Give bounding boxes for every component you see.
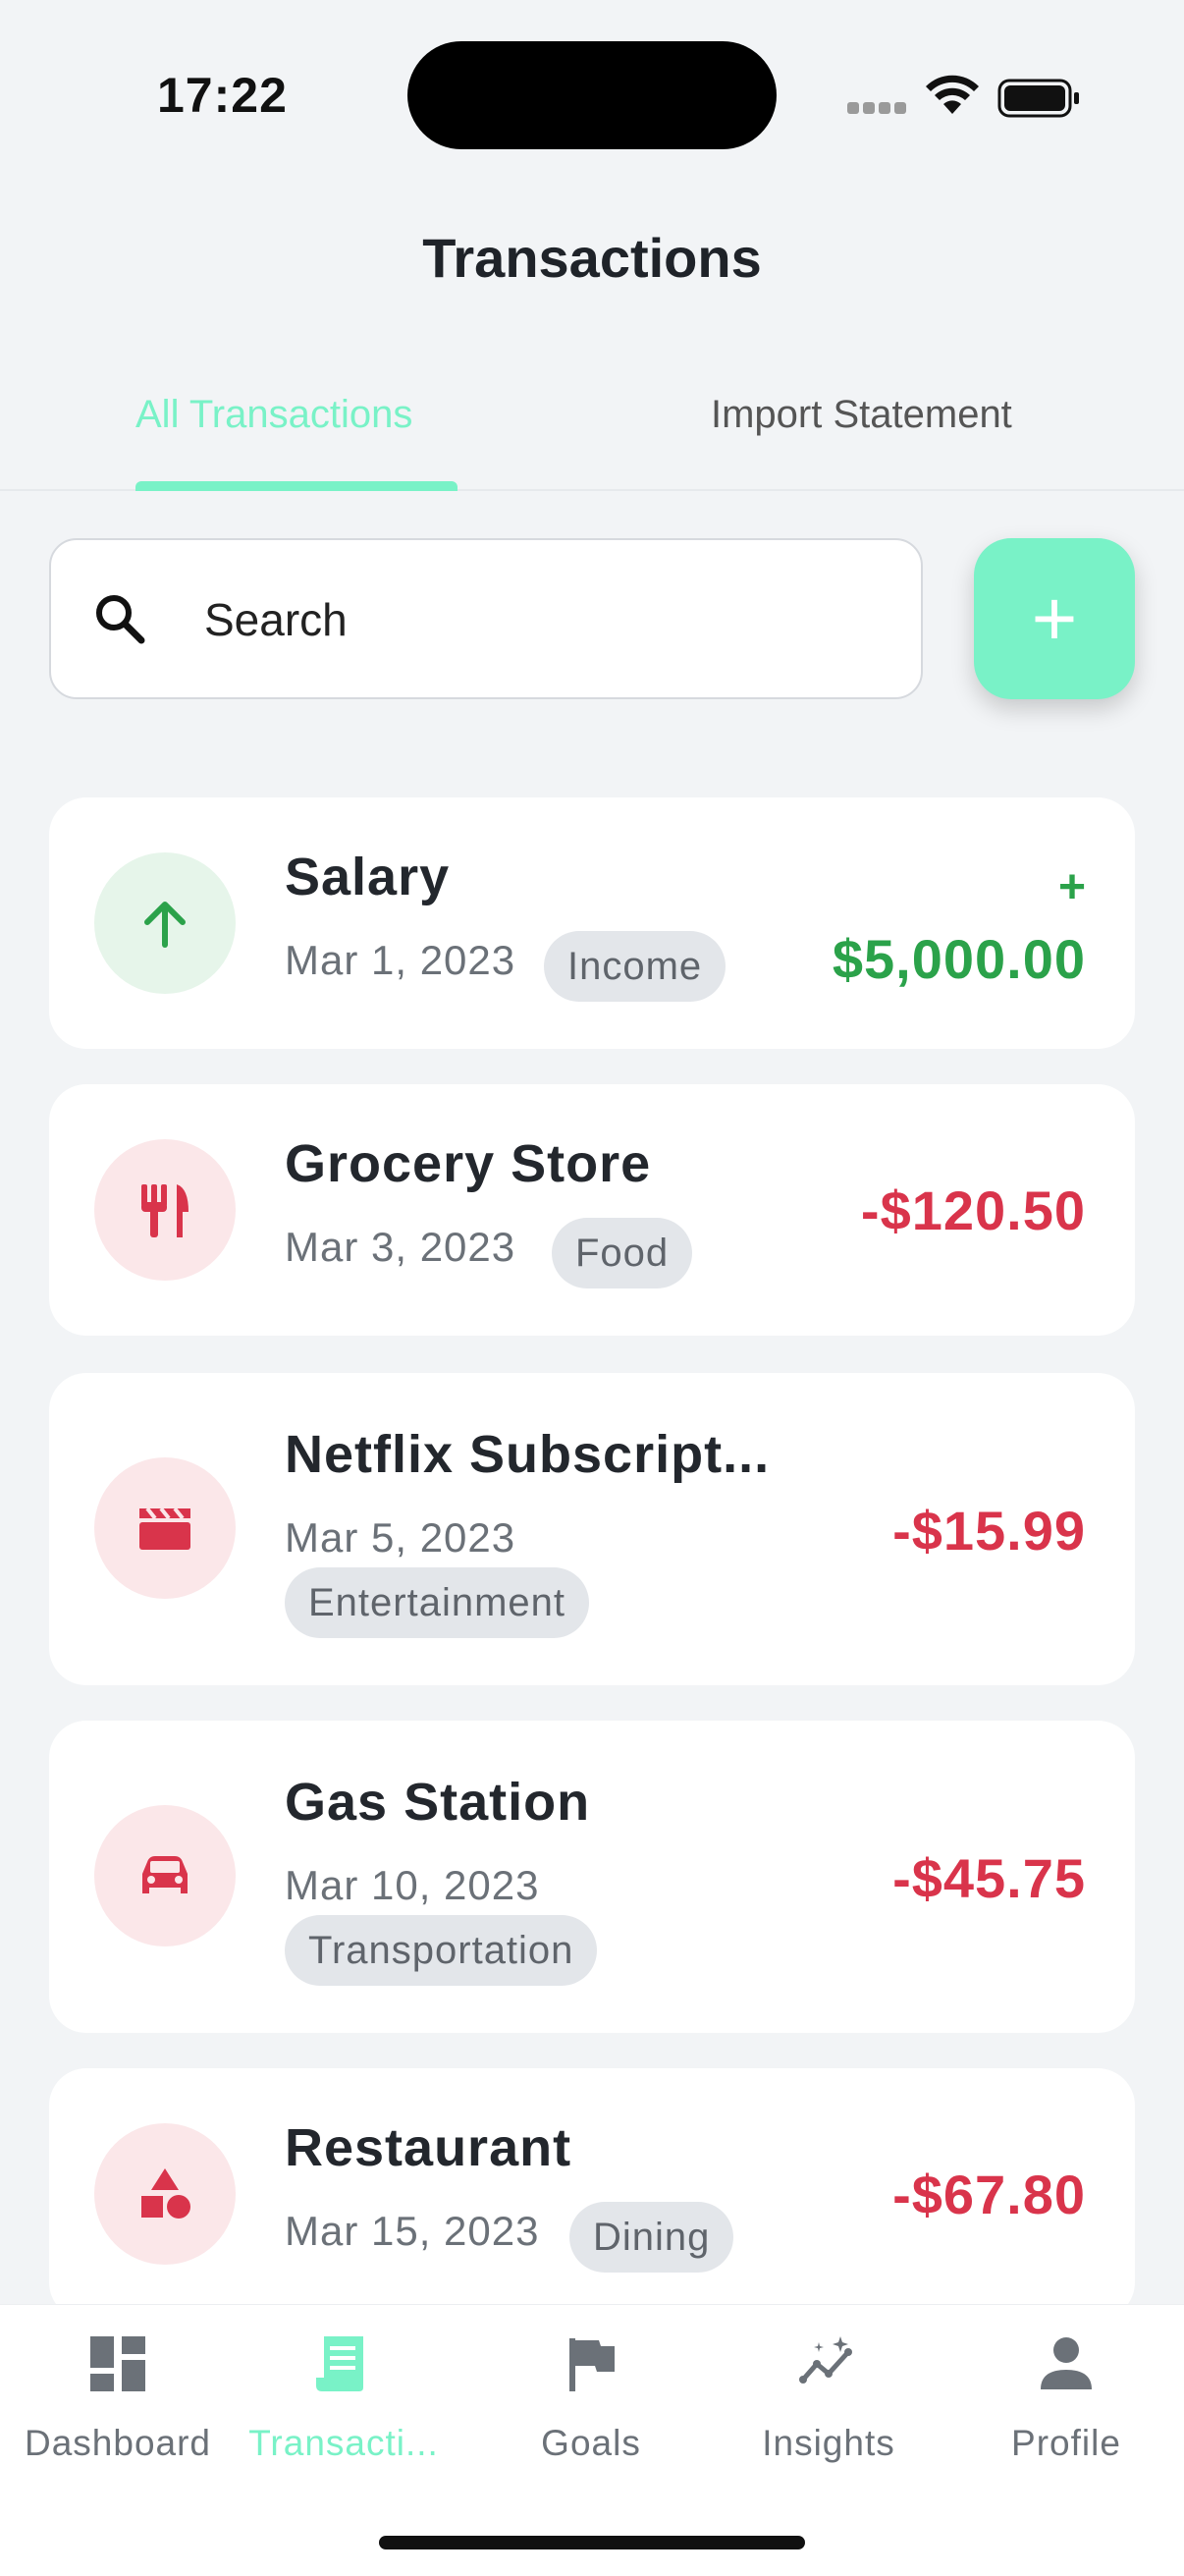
- person-icon: [1041, 2337, 1092, 2389]
- transaction-amount: -$45.75: [892, 1847, 1086, 1909]
- nav-item-dashboard[interactable]: Dashboard: [10, 2332, 226, 2464]
- search-box[interactable]: [49, 538, 923, 699]
- fork-knife-icon: [141, 1184, 188, 1237]
- search-input[interactable]: [202, 579, 893, 660]
- transaction-date: Mar 1, 2023: [285, 937, 516, 983]
- income-sign: +: [1057, 861, 1086, 913]
- category-chip: Transportation: [285, 1915, 598, 1986]
- nav-label: Dashboard: [24, 2423, 211, 2463]
- nav-label: Insights: [762, 2423, 895, 2463]
- nav-label: Profile: [1011, 2423, 1121, 2463]
- transaction-card[interactable]: Grocery Store Mar 3, 2023 Food -$120.50: [49, 1084, 1135, 1336]
- nav-item-profile[interactable]: Profile: [958, 2332, 1174, 2464]
- car-icon: [142, 1856, 188, 1893]
- transaction-date: Mar 15, 2023: [285, 2208, 540, 2254]
- page-title: Transactions: [422, 227, 762, 289]
- transaction-amount: $5,000.00: [832, 928, 1086, 990]
- category-badge-transportation: [94, 1805, 236, 1946]
- tab-all-transactions[interactable]: All Transactions: [135, 393, 412, 437]
- transaction-date: Mar 5, 2023: [285, 1514, 516, 1561]
- wifi-icon: [926, 75, 979, 114]
- category-chip: Food: [552, 1218, 693, 1288]
- transaction-card[interactable]: Salary Mar 1, 2023 Income + $5,000.00: [49, 797, 1135, 1049]
- nav-item-transactions[interactable]: Transacti...: [236, 2332, 452, 2464]
- category-chip: Entertainment: [285, 1567, 590, 1638]
- receipt-icon: [316, 2336, 363, 2391]
- tab-bar: All Transactions Import Statement: [0, 363, 1184, 491]
- transaction-card[interactable]: Gas Station Mar 10, 2023 Transportation …: [49, 1721, 1135, 2033]
- transaction-date: Mar 10, 2023: [285, 1862, 540, 1908]
- transactions-list[interactable]: Salary Mar 1, 2023 Income + $5,000.00 Gr…: [49, 797, 1135, 2310]
- tab-import-statement[interactable]: Import Statement: [711, 393, 1012, 437]
- transaction-name: Grocery Store: [285, 1134, 652, 1193]
- category-badge-entertainment: [94, 1457, 236, 1599]
- cellular-signal-icon: [847, 102, 906, 114]
- clapperboard-icon: [139, 1507, 190, 1550]
- category-chip: Income: [544, 931, 727, 1002]
- dashboard-icon: [90, 2336, 145, 2391]
- insights-icon: [799, 2336, 852, 2384]
- transaction-date: Mar 3, 2023: [285, 1224, 516, 1270]
- category-badge-income: [94, 852, 236, 994]
- transaction-amount: -$120.50: [860, 1179, 1086, 1241]
- arrow-up-icon: [144, 902, 186, 948]
- category-badge-food: [94, 1139, 236, 1281]
- transaction-name: Netflix Subscript...: [285, 1425, 771, 1484]
- category-badge-dining: [94, 2123, 236, 2265]
- transaction-amount: -$67.80: [892, 2164, 1086, 2225]
- status-time: 17:22: [157, 68, 288, 123]
- home-indicator[interactable]: [379, 2536, 805, 2549]
- nav-label: Goals: [541, 2423, 641, 2463]
- shapes-icon: [141, 2168, 190, 2219]
- nav-item-goals[interactable]: Goals: [483, 2332, 699, 2464]
- search-icon: [96, 595, 145, 644]
- dynamic-island: [407, 41, 777, 149]
- transaction-card[interactable]: Netflix Subscript... Mar 5, 2023 Enterta…: [49, 1373, 1135, 1685]
- transaction-name: Salary: [285, 848, 451, 906]
- active-tab-indicator: [135, 481, 457, 491]
- transaction-name: Restaurant: [285, 2118, 572, 2177]
- nav-label: Transacti...: [248, 2423, 439, 2463]
- category-chip: Dining: [569, 2202, 734, 2273]
- status-bar: 17:22: [0, 0, 1184, 196]
- flag-icon: [569, 2338, 615, 2391]
- transaction-amount: -$15.99: [892, 1500, 1086, 1562]
- transaction-card[interactable]: Restaurant Mar 15, 2023 Dining -$67.80: [49, 2068, 1135, 2310]
- battery-icon: [997, 79, 1079, 118]
- transaction-name: Gas Station: [285, 1773, 591, 1832]
- nav-item-insights[interactable]: Insights: [721, 2332, 937, 2464]
- add-transaction-button[interactable]: +: [974, 538, 1135, 699]
